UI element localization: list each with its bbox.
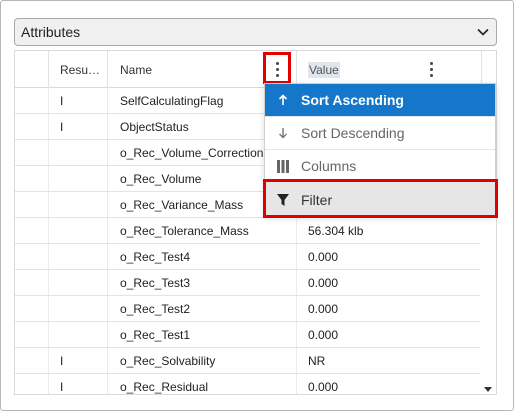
table-row[interactable]: o_Rec_Test3 0.000	[15, 270, 482, 296]
cell-name: o_Rec_Tolerance_Mass	[120, 224, 249, 238]
cell-name: o_Rec_Test2	[120, 302, 191, 316]
attributes-dropdown-value: Attributes	[21, 24, 81, 40]
scroll-down-icon[interactable]	[484, 387, 492, 392]
table-row[interactable]: o_Rec_Tolerance_Mass 56.304 klb	[15, 218, 482, 244]
highlight-column-menu-button	[263, 52, 291, 84]
cell-result: I	[60, 94, 64, 108]
column-header-result[interactable]: Resu…	[60, 51, 108, 88]
table-row[interactable]: o_Rec_Test4 0.000	[15, 244, 482, 270]
table-row[interactable]: Io_Rec_Solvability NR	[15, 348, 482, 374]
table-row[interactable]: o_Rec_Test1 0.000	[15, 322, 482, 348]
cell-name: o_Rec_Residual	[120, 380, 209, 394]
attributes-panel: Attributes Resu… Name Value I SelfCalcul…	[0, 0, 514, 411]
cell-result	[60, 270, 100, 296]
cell-result: I	[60, 380, 64, 394]
cell-value: 56.304 klb	[308, 224, 364, 238]
value-column-menu-icon[interactable]	[430, 62, 434, 78]
arrow-down-icon	[265, 127, 301, 139]
table-row[interactable]: Io_Rec_Residual 0.000	[15, 374, 482, 394]
cell-value: 0.000	[308, 250, 339, 264]
menu-item-sort-descending[interactable]: Sort Descending	[265, 117, 495, 150]
attributes-dropdown[interactable]: Attributes	[14, 18, 497, 46]
table-row[interactable]: o_Rec_Test2 0.000	[15, 296, 482, 322]
cell-value: 0.000	[308, 302, 339, 316]
cell-name: o_Rec_Test3	[120, 276, 191, 290]
menu-item-sort-ascending[interactable]: Sort Ascending	[265, 84, 495, 117]
cell-name: o_Rec_Test1	[120, 328, 191, 342]
cell-result	[60, 166, 100, 192]
header-divider	[48, 51, 49, 88]
header-divider	[107, 51, 108, 88]
cell-name: o_Rec_Solvability	[120, 354, 216, 368]
cell-result	[60, 322, 100, 348]
cell-value: 0.000	[308, 328, 339, 342]
chevron-down-icon	[477, 28, 489, 36]
arrow-up-icon	[265, 94, 301, 106]
column-header-name[interactable]: Name	[120, 51, 250, 88]
cell-result	[60, 140, 100, 166]
cell-result	[60, 244, 100, 270]
columns-icon	[265, 159, 301, 173]
cell-result: I	[60, 120, 64, 134]
highlight-filter-item	[263, 179, 498, 218]
cell-value: 0.000	[308, 380, 339, 394]
cell-value: 0.000	[308, 276, 339, 290]
cell-result: I	[60, 354, 64, 368]
cell-result	[60, 192, 100, 218]
cell-result	[60, 296, 100, 322]
cell-name: o_Rec_Test4	[120, 250, 191, 264]
cell-result	[60, 218, 100, 244]
cell-value: NR	[308, 354, 326, 368]
